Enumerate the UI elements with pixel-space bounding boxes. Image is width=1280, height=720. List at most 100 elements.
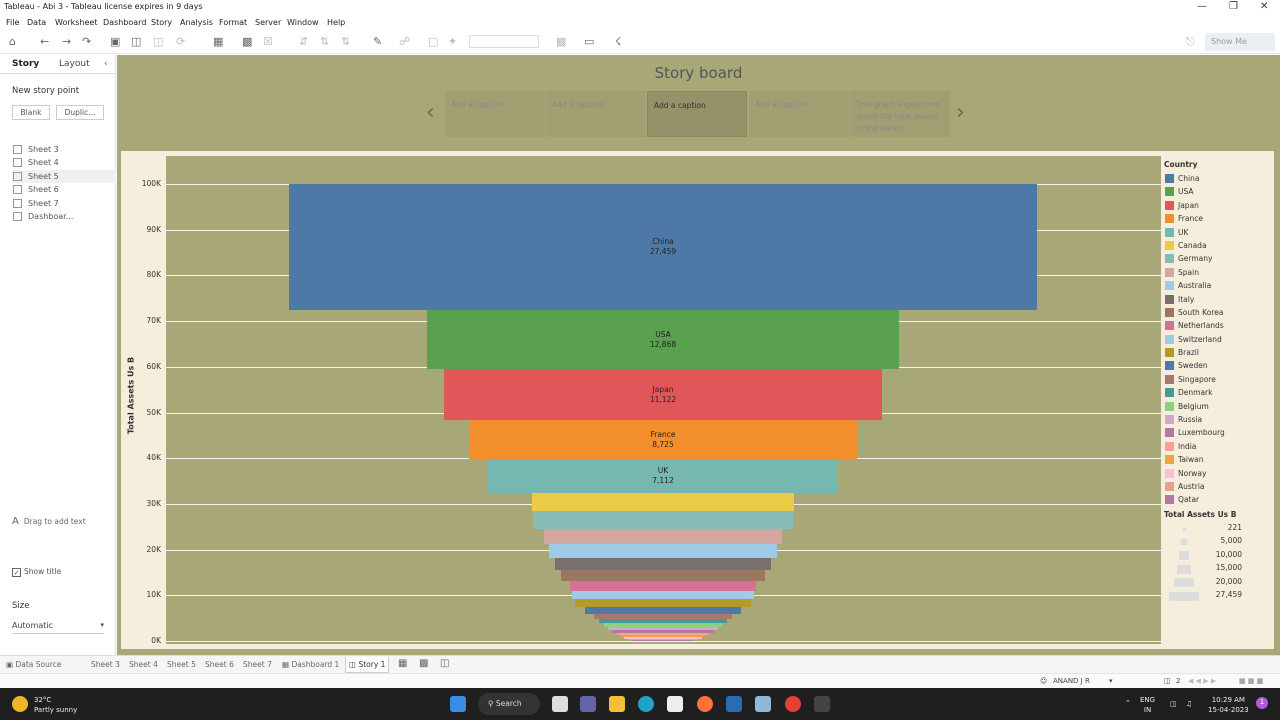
legend-item[interactable]: Luxembourg (1164, 426, 1274, 439)
tab-story-1[interactable]: ◫ Story 1 (345, 657, 390, 673)
menu-server[interactable]: Server (255, 18, 281, 27)
labels-icon[interactable]: □ (428, 36, 438, 48)
store-icon[interactable] (667, 696, 683, 712)
show-title-checkbox[interactable]: ✓ Show title (12, 567, 61, 577)
legend-item[interactable]: USA (1164, 185, 1274, 198)
file-explorer-icon[interactable] (609, 696, 625, 712)
funnel-bar[interactable] (561, 570, 765, 582)
sheet-item[interactable]: Sheet 5 (12, 169, 116, 184)
legend-item[interactable]: Norway (1164, 467, 1274, 480)
share-icon[interactable]: ☇ (615, 36, 621, 48)
funnel-bar[interactable] (574, 599, 752, 608)
undo-icon[interactable]: ← (40, 36, 49, 48)
legend-item[interactable]: Netherlands (1164, 319, 1274, 332)
legend-item[interactable]: Taiwan (1164, 453, 1274, 466)
caption-box-active[interactable]: Add a caption (647, 91, 747, 137)
new-dashboard-tab-icon[interactable]: ▩ (419, 658, 428, 669)
fit-dropdown[interactable] (469, 35, 539, 48)
edge-icon[interactable] (638, 696, 654, 712)
chevron-up-icon[interactable]: ⌃ (1125, 698, 1131, 708)
minimize-icon[interactable]: — (1197, 1, 1207, 12)
clock[interactable]: 10:29 AM 15-04-2023 (1208, 695, 1249, 715)
tableau-icon[interactable] (755, 696, 771, 712)
funnel-bar[interactable] (543, 529, 783, 545)
menu-file[interactable]: File (6, 18, 19, 27)
new-story-tab-icon[interactable]: ◫ (440, 658, 449, 669)
tab-data-source[interactable]: ▣ Data Source (6, 660, 62, 669)
new-worksheet-icon[interactable]: ▦ (213, 36, 223, 48)
prev-story-point-icon[interactable]: ‹ (426, 100, 435, 125)
tab-sheet-4[interactable]: Sheet 4 (129, 660, 158, 669)
clear-sheet-icon[interactable]: ☒ (263, 36, 273, 48)
save-icon[interactable]: ▣ (110, 36, 120, 48)
volume-icon[interactable]: ♫ (1186, 699, 1192, 709)
new-datasource-icon[interactable]: ◫ (131, 36, 141, 48)
funnel-bar[interactable] (533, 511, 793, 530)
pause-icon[interactable]: ◫ (153, 36, 163, 48)
pin-icon[interactable]: ✦ (448, 36, 457, 48)
menu-worksheet[interactable]: Worksheet (55, 18, 97, 27)
menu-story[interactable]: Story (151, 18, 172, 27)
home-icon[interactable]: ⌂ (9, 36, 16, 48)
notes-icon[interactable] (726, 696, 742, 712)
firefox-icon[interactable] (697, 696, 713, 712)
terminal-icon[interactable] (814, 696, 830, 712)
tab-story[interactable]: Story (12, 59, 39, 69)
tab-sheet-3[interactable]: Sheet 3 (91, 660, 120, 669)
replay-icon[interactable]: ↷ (82, 36, 91, 48)
legend-item[interactable]: Belgium (1164, 400, 1274, 413)
start-icon[interactable] (450, 696, 466, 712)
legend-item[interactable]: South Korea (1164, 306, 1274, 319)
swap-icon[interactable]: ⇵ (299, 36, 308, 48)
sheet-item[interactable]: Dashboar... (12, 210, 116, 223)
legend-item[interactable]: Japan (1164, 199, 1274, 212)
menu-data[interactable]: Data (27, 18, 46, 27)
legend-item[interactable]: Qatar (1164, 493, 1274, 506)
new-worksheet-tab-icon[interactable]: ▦ (398, 658, 407, 669)
highlight-icon[interactable]: ✎ (373, 36, 382, 48)
legend-item[interactable]: Russia (1164, 413, 1274, 426)
sheet-item[interactable]: Sheet 7 (12, 197, 116, 210)
legend-item[interactable]: Austria (1164, 480, 1274, 493)
close-icon[interactable]: ✕ (1260, 1, 1268, 12)
drag-text-object[interactable]: A Drag to add text (12, 516, 86, 527)
redo-icon[interactable]: → (62, 36, 71, 48)
blank-button[interactable]: Blank (12, 105, 50, 120)
tab-sheet-7[interactable]: Sheet 7 (243, 660, 272, 669)
menu-help[interactable]: Help (327, 18, 345, 27)
caption-box[interactable]: Add a caption (749, 91, 849, 137)
tab-sheet-6[interactable]: Sheet 6 (205, 660, 234, 669)
chevron-down-icon[interactable]: ▾ (1109, 677, 1113, 685)
legend-item[interactable]: Sweden (1164, 359, 1274, 372)
tab-dashboard-1[interactable]: ▦ Dashboard 1 (282, 660, 339, 669)
legend-item[interactable]: Germany (1164, 252, 1274, 265)
caption-box[interactable]: This graph explain me about the total as… (850, 91, 950, 137)
view-toggle-icon[interactable]: ▦ ▦ ▦ (1239, 677, 1263, 685)
language-indicator[interactable]: ENG IN (1140, 695, 1155, 715)
funnel-bar[interactable] (632, 639, 694, 641)
sheet-item[interactable]: Sheet 6 (12, 183, 116, 196)
weather-icon[interactable] (12, 696, 28, 712)
menu-dashboard[interactable]: Dashboard (103, 18, 146, 27)
menu-format[interactable]: Format (219, 18, 247, 27)
collapse-pane-icon[interactable]: ‹ (104, 59, 108, 69)
menu-analysis[interactable]: Analysis (180, 18, 213, 27)
tab-sheet-5[interactable]: Sheet 5 (167, 660, 196, 669)
legend-item[interactable]: India (1164, 440, 1274, 453)
legend-item[interactable]: France (1164, 212, 1274, 225)
sort-desc-icon[interactable]: ⇅ (341, 36, 350, 48)
group-icon[interactable]: ☍ (399, 36, 410, 48)
menu-window[interactable]: Window (287, 18, 319, 27)
next-story-point-icon[interactable]: › (956, 100, 965, 125)
duplicate-sheet-icon[interactable]: ▩ (242, 36, 252, 48)
duplicate-button[interactable]: Duplic... (56, 105, 104, 120)
legend-item[interactable]: Canada (1164, 239, 1274, 252)
sheet-item[interactable]: Sheet 3 (12, 143, 116, 156)
legend-item[interactable]: Australia (1164, 279, 1274, 292)
user-name[interactable]: ANAND J R (1053, 677, 1090, 685)
show-me-button[interactable]: Show Me (1205, 33, 1275, 51)
maximize-icon[interactable]: ❐ (1229, 1, 1238, 12)
legend-item[interactable]: UK (1164, 226, 1274, 239)
chrome-icon[interactable] (785, 696, 801, 712)
funnel-bar[interactable] (555, 557, 771, 571)
